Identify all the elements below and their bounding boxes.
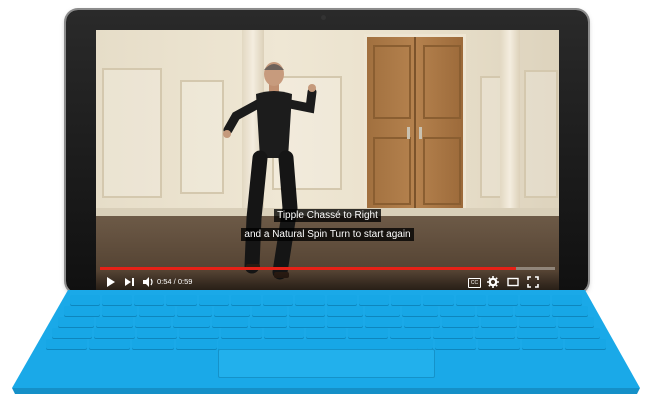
keyboard-key[interactable] <box>327 306 363 316</box>
keyboard-key[interactable] <box>348 328 389 338</box>
keyboard-key[interactable] <box>435 339 477 349</box>
keyboard-key[interactable] <box>134 317 172 327</box>
keyboard-key[interactable] <box>262 295 293 305</box>
keyboard-key[interactable] <box>221 328 262 338</box>
keyboard-key[interactable] <box>477 306 513 316</box>
keyboard-key[interactable] <box>132 339 174 349</box>
keyboard-key[interactable] <box>251 306 288 316</box>
keyboard-key[interactable] <box>402 306 438 316</box>
keyboard-key[interactable] <box>327 295 358 305</box>
keyboard-key[interactable] <box>455 295 486 305</box>
keyboard-key[interactable] <box>439 306 476 316</box>
keyboard-key[interactable] <box>391 295 422 305</box>
keyboard-key[interactable] <box>327 317 364 327</box>
keyboard-key[interactable] <box>136 328 177 338</box>
keyboard-key[interactable] <box>102 295 133 305</box>
keyboard-key[interactable] <box>96 317 133 327</box>
keyboard-key[interactable] <box>46 339 88 349</box>
keyboard-key[interactable] <box>175 339 217 349</box>
keyboard-key[interactable] <box>89 339 131 349</box>
keyboard-key[interactable] <box>564 339 606 349</box>
keyboard-key[interactable] <box>305 328 347 338</box>
keyboard-key[interactable] <box>364 306 401 316</box>
touchpad[interactable] <box>218 349 435 378</box>
keyboard-key[interactable] <box>214 306 250 316</box>
keyboard-key[interactable] <box>166 295 197 305</box>
keyboard-key[interactable] <box>64 306 100 316</box>
keyboard-key[interactable] <box>432 328 474 338</box>
keyboard-key[interactable] <box>390 328 431 338</box>
keyboard-key[interactable] <box>58 317 95 327</box>
keyboard-key[interactable] <box>198 295 229 305</box>
keyboard-key[interactable] <box>475 328 516 338</box>
keyboard-key[interactable] <box>517 328 558 338</box>
keyboard-key[interactable] <box>289 306 325 316</box>
keyboard-key[interactable] <box>94 328 135 338</box>
keyboard-key[interactable] <box>487 295 518 305</box>
keyboard-key[interactable] <box>178 328 220 338</box>
keyboard-key[interactable] <box>478 339 520 349</box>
keyboard-key[interactable] <box>263 328 304 338</box>
keyboard-key[interactable] <box>403 317 441 327</box>
keyboard-key[interactable] <box>559 328 600 338</box>
keyboard-key[interactable] <box>134 295 165 305</box>
keyboard-key[interactable] <box>173 317 210 327</box>
keyboard-key[interactable] <box>519 317 556 327</box>
keyboard-key[interactable] <box>250 317 287 327</box>
keyboard-key[interactable] <box>211 317 249 327</box>
keyboard-key[interactable] <box>442 317 479 327</box>
keyboard-key[interactable] <box>139 306 175 316</box>
keyboard-key[interactable] <box>521 339 563 349</box>
keyboard-key[interactable] <box>423 295 454 305</box>
keyboard-key[interactable] <box>551 295 582 305</box>
keyboard-key[interactable] <box>288 317 325 327</box>
keyboard-key[interactable] <box>70 295 101 305</box>
keyboard-key[interactable] <box>514 306 551 316</box>
keyboard-key[interactable] <box>52 328 93 338</box>
keyboard-key[interactable] <box>480 317 518 327</box>
keyboard-key[interactable] <box>294 295 325 305</box>
keyboard-key[interactable] <box>519 295 550 305</box>
keyboard-key[interactable] <box>557 317 594 327</box>
keyboard-key[interactable] <box>359 295 390 305</box>
keyboard-key[interactable] <box>176 306 213 316</box>
keyboard-key[interactable] <box>365 317 402 327</box>
keyboard-key[interactable] <box>230 295 261 305</box>
keyboard-key[interactable] <box>101 306 138 316</box>
keyboard-key[interactable] <box>552 306 588 316</box>
